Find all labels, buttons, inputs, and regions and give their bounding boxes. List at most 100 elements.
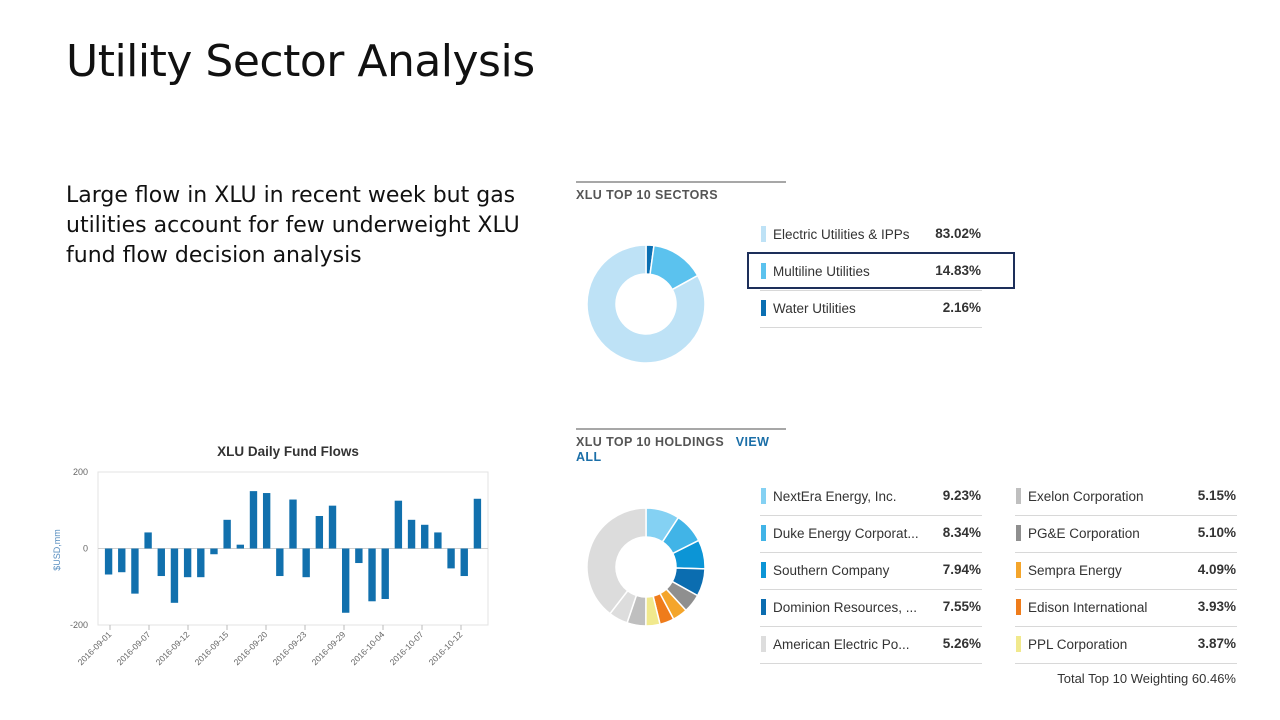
flow-bar (210, 548, 218, 555)
legend-swatch (1016, 599, 1021, 615)
flow-bar (170, 548, 179, 603)
legend-row[interactable]: Southern Company 7.94% (760, 553, 982, 590)
flow-bar (289, 499, 297, 549)
holdings-donut-chart (586, 507, 706, 627)
legend-row[interactable]: Duke Energy Corporat... 8.34% (760, 516, 982, 553)
legend-row[interactable]: Exelon Corporation 5.15% (1015, 479, 1237, 516)
flow-bar (434, 532, 442, 549)
legend-row[interactable]: Sempra Energy 4.09% (1015, 553, 1237, 590)
legend-name: American Electric Po... (773, 637, 910, 652)
y-tick-label: 200 (73, 467, 88, 477)
legend-percent: 2.16% (942, 300, 981, 315)
legend-name: Dominion Resources, ... (773, 600, 918, 615)
flow-bar (276, 548, 284, 577)
holdings-legend-left: NextEra Energy, Inc. 9.23% Duke Energy Cor… (760, 479, 982, 664)
flow-bar (394, 500, 403, 549)
flow-bar (315, 515, 324, 549)
legend-swatch (1016, 525, 1021, 541)
legend-swatch (761, 226, 766, 242)
legend-row[interactable]: PPL Corporation 3.87% (1015, 627, 1237, 664)
legend-row[interactable]: American Electric Po... 5.26% (760, 627, 982, 664)
total-top10-weighting: Total Top 10 Weighting 60.46% (1057, 671, 1236, 686)
x-tick-label: 2016-09-12 (154, 629, 192, 667)
flow-bar (223, 519, 231, 549)
holdings-legend-right: Exelon Corporation 5.15% PG&E Corporation 5… (1015, 479, 1237, 664)
legend-swatch (761, 488, 766, 504)
flow-bar (368, 548, 376, 602)
flow-bar (421, 524, 429, 549)
legend-row[interactable]: Dominion Resources, ... 7.55% (760, 590, 982, 627)
flow-bar (302, 548, 310, 578)
legend-name: Duke Energy Corporat... (773, 526, 919, 541)
legend-swatch (1016, 562, 1021, 578)
chart-title: XLU Daily Fund Flows (217, 444, 359, 459)
flow-bar (144, 532, 152, 549)
flow-bar (183, 548, 192, 578)
flow-bar (197, 548, 205, 578)
legend-percent: 3.93% (1197, 599, 1236, 614)
x-tick-label: 2016-09-20 (232, 629, 270, 667)
legend-percent: 8.34% (942, 525, 981, 540)
legend-percent: 3.87% (1197, 636, 1236, 651)
sectors-widget-header: XLU TOP 10 SECTORS (576, 181, 786, 203)
y-tick-label: 0 (83, 544, 88, 554)
x-tick-label: 2016-09-15 (193, 629, 231, 667)
legend-percent: 7.55% (942, 599, 981, 614)
legend-swatch (761, 562, 766, 578)
legend-swatch (761, 525, 766, 541)
legend-row[interactable]: Edison International 3.93% (1015, 590, 1237, 627)
flow-bar (342, 548, 350, 613)
holdings-title-text: XLU TOP 10 HOLDINGS (576, 435, 725, 449)
x-tick-label: 2016-10-04 (349, 629, 387, 667)
flow-bar (473, 498, 482, 549)
flow-bar (157, 548, 165, 577)
legend-name: Sempra Energy (1028, 563, 1122, 578)
legend-swatch (761, 636, 766, 652)
legend-percent: 5.26% (942, 636, 981, 651)
body-line: utilities account for few underweight XL… (66, 213, 520, 238)
legend-name: Edison International (1028, 600, 1148, 615)
legend-name: Electric Utilities & IPPs (773, 227, 910, 242)
legend-row[interactable]: NextEra Energy, Inc. 9.23% (760, 479, 982, 516)
x-tick-label: 2016-10-07 (388, 629, 426, 667)
legend-percent: 7.94% (942, 562, 981, 577)
fund-flows-chart: XLU Daily Fund Flows $USD,mm 200 0 -200 20… (52, 444, 489, 667)
y-tick-label: -200 (70, 620, 88, 630)
x-tick-label: 2016-09-23 (271, 629, 309, 667)
y-axis-label: $USD,mm (52, 529, 62, 571)
legend-swatch (1016, 636, 1021, 652)
slide-title: Utility Sector Analysis (66, 36, 535, 87)
flow-bar (249, 491, 258, 549)
legend-swatch (761, 599, 766, 615)
flow-bar (262, 493, 271, 549)
flow-bar (131, 548, 139, 594)
flow-bar (328, 505, 337, 549)
legend-name: PPL Corporation (1028, 637, 1128, 652)
x-tick-label: 2016-09-01 (76, 629, 114, 667)
sectors-widget-title: XLU TOP 10 SECTORS (576, 188, 718, 202)
legend-percent: 83.02% (935, 226, 981, 241)
legend-swatch (761, 300, 766, 316)
flow-bar (104, 548, 113, 575)
body-line: fund flow decision analysis (66, 243, 362, 268)
legend-row[interactable]: Water Utilities 2.16% (760, 291, 982, 328)
flow-bar (118, 548, 126, 573)
holdings-widget-header: XLU TOP 10 HOLDINGS VIEW ALL (576, 428, 786, 465)
legend-row[interactable]: PG&E Corporation 5.10% (1015, 516, 1237, 553)
legend-percent: 4.09% (1197, 562, 1236, 577)
x-tick-label: 2016-09-07 (115, 629, 153, 667)
slide-body-text: Large flow in XLU in recent week but gas… (66, 181, 536, 271)
highlighted-row-outline (747, 252, 1015, 289)
legend-name: Water Utilities (773, 301, 856, 316)
x-tick-label: 2016-10-12 (427, 629, 465, 667)
legend-name: Exelon Corporation (1028, 489, 1144, 504)
x-tick-label: 2016-09-29 (310, 629, 348, 667)
legend-row[interactable]: Electric Utilities & IPPs 83.02% (760, 217, 982, 254)
legend-name: Southern Company (773, 563, 890, 578)
legend-percent: 5.15% (1197, 488, 1236, 503)
sectors-donut-chart (586, 244, 706, 364)
legend-percent: 9.23% (942, 488, 981, 503)
flow-bar (407, 519, 416, 549)
flow-bar (460, 548, 468, 577)
legend-name: NextEra Energy, Inc. (773, 489, 897, 504)
